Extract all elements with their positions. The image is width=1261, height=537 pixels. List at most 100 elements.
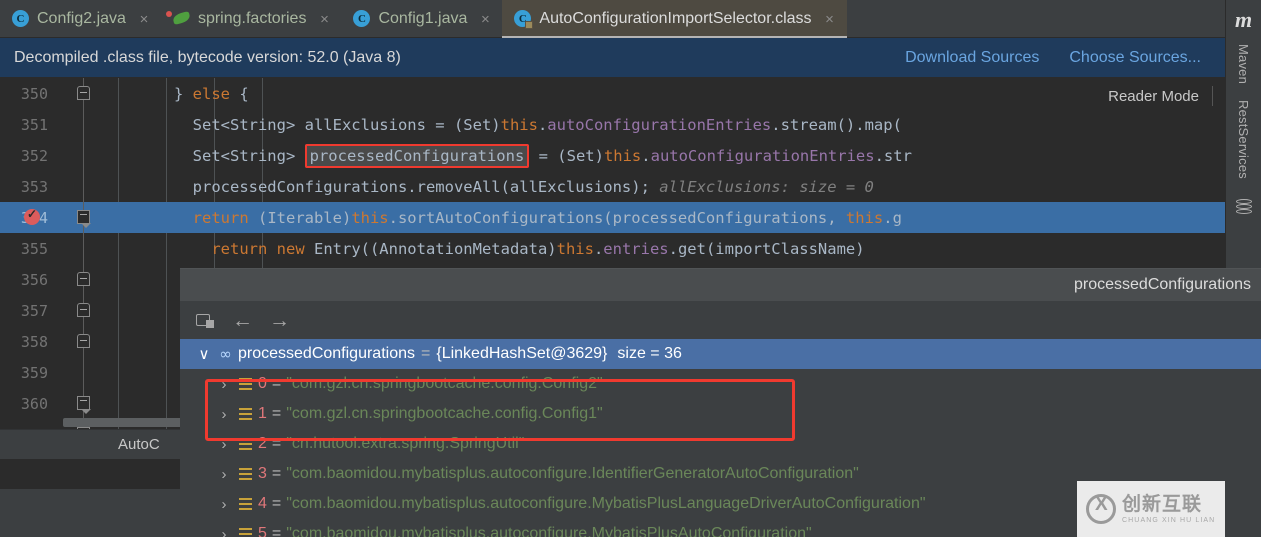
chevron-right-icon[interactable]: › xyxy=(214,496,234,513)
fold-marker-icon[interactable] xyxy=(77,334,90,348)
close-icon[interactable]: × xyxy=(478,11,492,28)
forward-arrow-icon[interactable]: → xyxy=(269,310,290,331)
gutter[interactable] xyxy=(56,78,118,109)
code-line-353[interactable]: 353 processedConfigurations.removeAll(al… xyxy=(0,171,1225,202)
chevron-right-icon[interactable]: › xyxy=(214,436,234,453)
fold-marker-icon[interactable] xyxy=(77,210,91,228)
item-value: "com.baomidou.mybatisplus.autoconfigure.… xyxy=(286,495,926,512)
collection-icon: ∞ xyxy=(219,345,231,363)
gutter[interactable] xyxy=(56,326,118,357)
database-icon[interactable] xyxy=(1235,199,1252,217)
line-number: 355 xyxy=(20,239,48,258)
editor-tab-bar: C Config2.java × spring.factories × C Co… xyxy=(0,0,1225,38)
equals-sign: = xyxy=(271,495,282,512)
item-index: 3 xyxy=(258,465,267,482)
list-item-icon xyxy=(234,467,256,481)
tree-row-0[interactable]: › 0 = "com.gzl.cn.springbootcache.config… xyxy=(180,369,1261,399)
fold-marker-icon[interactable] xyxy=(77,272,90,286)
fold-marker-icon[interactable] xyxy=(77,303,90,317)
watermark-text: 创新互联 CHUANG XIN HU LIAN xyxy=(1122,495,1215,524)
code-line-350[interactable]: 350 } else { xyxy=(0,78,1225,109)
equals-sign: = xyxy=(271,525,282,537)
chevron-right-icon[interactable]: › xyxy=(214,376,234,393)
item-index: 5 xyxy=(258,525,267,537)
watermark-pinyin: CHUANG XIN HU LIAN xyxy=(1122,516,1216,524)
item-value: "com.gzl.cn.springbootcache.config.Confi… xyxy=(286,375,603,392)
list-item-icon xyxy=(234,527,256,537)
maven-logo-icon: m xyxy=(1234,7,1253,32)
fold-marker-icon[interactable] xyxy=(77,396,91,414)
close-icon[interactable]: × xyxy=(317,11,331,28)
tree-row-1[interactable]: › 1 = "com.gzl.cn.springbootcache.config… xyxy=(180,399,1261,429)
close-icon[interactable]: × xyxy=(823,11,837,28)
java-class-icon: C xyxy=(353,10,371,28)
download-sources-link[interactable]: Download Sources xyxy=(905,49,1039,67)
decompiled-notification-banner: Decompiled .class file, bytecode version… xyxy=(0,38,1225,78)
gutter[interactable] xyxy=(56,264,118,295)
code-text: Set<String> allExclusions = (Set)this.au… xyxy=(192,115,902,134)
banner-actions: Download Sources Choose Sources... xyxy=(905,49,1211,67)
code-line-354-current[interactable]: 354 return (Iterable)this.sortAutoConfig… xyxy=(0,202,1225,233)
code-text: processedConfigurations.removeAll(allExc… xyxy=(192,177,874,196)
chevron-right-icon[interactable]: › xyxy=(214,466,234,483)
fold-marker-icon[interactable] xyxy=(77,86,90,100)
code-text: Set<String> processedConfigurations = (S… xyxy=(118,143,912,168)
equals-sign: = xyxy=(271,405,282,422)
editor-tab-spring-factories[interactable]: spring.factories × xyxy=(161,0,342,38)
gutter[interactable] xyxy=(56,295,118,326)
sidebar-tab-maven[interactable]: Maven xyxy=(1236,36,1251,92)
back-arrow-icon[interactable]: ← xyxy=(232,310,253,331)
java-class-icon: C xyxy=(12,10,30,28)
breakpoint-icon[interactable] xyxy=(24,207,40,225)
item-value: "com.baomidou.mybatisplus.autoconfigure.… xyxy=(286,465,859,482)
gutter[interactable] xyxy=(24,202,118,233)
editor-tab-config2[interactable]: C Config2.java × xyxy=(0,0,161,38)
add-to-watches-icon[interactable] xyxy=(194,309,216,331)
tab-label: spring.factories xyxy=(197,10,307,27)
equals-sign: = xyxy=(271,375,282,392)
gutter[interactable] xyxy=(56,140,118,171)
ide-window: C Config2.java × spring.factories × C Co… xyxy=(0,0,1261,537)
code-line-351[interactable]: 351 Set<String> allExclusions = (Set)thi… xyxy=(0,109,1225,140)
tab-label: Config1.java xyxy=(378,10,468,27)
gutter[interactable] xyxy=(56,109,118,140)
close-icon[interactable]: × xyxy=(137,11,151,28)
chevron-right-icon[interactable]: › xyxy=(214,406,234,423)
breadcrumb-label[interactable]: AutoC xyxy=(118,436,160,453)
code-text: } else { xyxy=(174,84,249,103)
watermark: 创新互联 CHUANG XIN HU LIAN xyxy=(1077,481,1225,537)
gutter[interactable] xyxy=(56,171,118,202)
gutter[interactable] xyxy=(56,357,118,388)
variable-type: {LinkedHashSet@3629} xyxy=(436,345,608,362)
toolbar-divider xyxy=(1212,86,1213,106)
code-text: return new Entry((AnnotationMetadata)thi… xyxy=(211,239,865,258)
tree-row-2[interactable]: › 2 = "cn.hutool.extra.spring.SpringUtil… xyxy=(180,429,1261,459)
chevron-right-icon[interactable]: › xyxy=(214,526,234,537)
variable-name: processedConfigurations xyxy=(238,345,415,362)
equals-sign: = xyxy=(421,345,431,362)
line-number: 352 xyxy=(20,146,48,165)
chevron-down-icon[interactable]: ∨ xyxy=(194,345,214,363)
line-number: 351 xyxy=(20,115,48,134)
popup-toolbar: ← → xyxy=(180,301,1261,339)
code-line-352[interactable]: 352 Set<String> processedConfigurations … xyxy=(0,140,1225,171)
editor-tab-config1[interactable]: C Config1.java × xyxy=(341,0,502,38)
java-class-locked-icon: C xyxy=(514,10,534,29)
editor-tab-autoconfigurationimportselector[interactable]: C AutoConfigurationImportSelector.class … xyxy=(502,0,847,38)
item-index: 1 xyxy=(258,405,267,422)
spring-leaf-icon xyxy=(165,10,191,28)
gutter[interactable] xyxy=(56,388,118,419)
choose-sources-link[interactable]: Choose Sources... xyxy=(1069,49,1201,67)
highlighted-variable-processedconfigurations: processedConfigurations xyxy=(304,143,530,168)
reader-mode-label[interactable]: Reader Mode xyxy=(1108,88,1199,105)
gutter[interactable] xyxy=(56,233,118,264)
sidebar-tab-restservices[interactable]: RestServices xyxy=(1236,92,1251,187)
watermark-logo-icon xyxy=(1086,494,1116,524)
popup-title-bar: processedConfigurations xyxy=(180,269,1261,301)
line-number: 357 xyxy=(20,301,48,320)
equals-sign: = xyxy=(271,465,282,482)
line-number: 356 xyxy=(20,270,48,289)
code-line-355[interactable]: 355 return new Entry((AnnotationMetadata… xyxy=(0,233,1225,264)
tree-row-root[interactable]: ∨ ∞ processedConfigurations = {LinkedHas… xyxy=(180,339,1261,369)
item-index: 0 xyxy=(258,375,267,392)
